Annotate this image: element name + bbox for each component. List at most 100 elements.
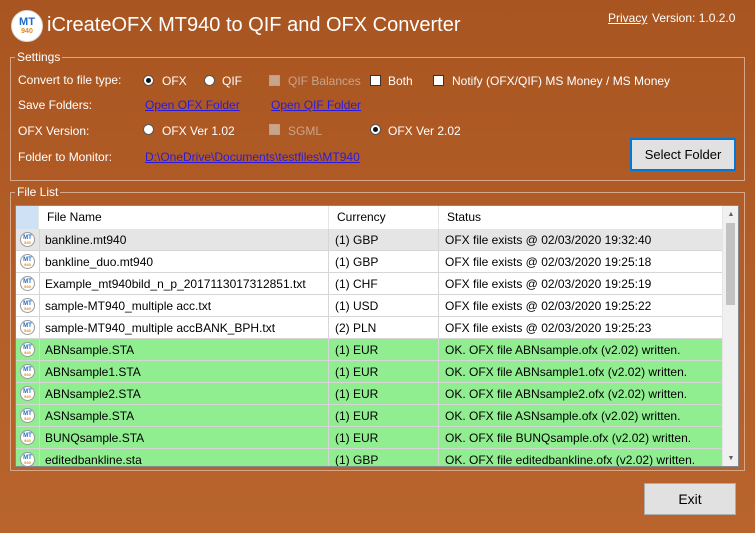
file-name-cell: bankline_duo.mt940: [39, 251, 329, 273]
mt940-file-icon: MT 940: [20, 276, 35, 291]
select-folder-button[interactable]: Select Folder: [630, 138, 736, 171]
table-row[interactable]: MT 940 bankline_duo.mt940 (1) GBP OFX file e…: [16, 251, 723, 273]
folder-path-link[interactable]: D:\OneDrive\Documents\testfiles\MT940: [145, 150, 360, 164]
table-row[interactable]: MT 940 ABNsample2.STA (1) EUR OK. OFX file A…: [16, 383, 723, 405]
ofx-ver-102-radio[interactable]: [143, 124, 154, 135]
folder-monitor-label: Folder to Monitor:: [18, 150, 113, 164]
table-row[interactable]: MT 940 ASNsample.STA (1) EUR OK. OFX file AS…: [16, 405, 723, 427]
row-icon-cell: MT 940: [16, 339, 40, 361]
both-label[interactable]: Both: [388, 74, 413, 88]
ofx-ver-202-label[interactable]: OFX Ver 2.02: [388, 124, 461, 138]
table-row[interactable]: MT 940 editedbankline.sta (1) GBP OK. OFX fi…: [16, 449, 723, 467]
file-name-cell: ASNsample.STA: [39, 405, 329, 427]
file-name-cell: ABNsample1.STA: [39, 361, 329, 383]
file-name-cell: sample-MT940_multiple acc.txt: [39, 295, 329, 317]
mt940-file-icon: MT 940: [20, 408, 35, 423]
qif-radio[interactable]: [204, 75, 215, 86]
icon-text-940: 940: [24, 415, 31, 421]
column-header-icon[interactable]: [16, 206, 39, 229]
row-icon-cell: MT 940: [16, 383, 40, 405]
currency-cell: (1) CHF: [329, 273, 439, 295]
status-cell: OFX file exists @ 02/03/2020 19:32:40: [445, 233, 652, 247]
both-checkbox[interactable]: [370, 75, 381, 86]
row-icon-cell: MT 940: [16, 295, 40, 317]
notify-checkbox[interactable]: [433, 75, 444, 86]
qif-radio-label[interactable]: QIF: [222, 74, 242, 88]
row-icon-cell: MT 940: [16, 405, 40, 427]
table-body: MT 940 bankline.mt940 (1) GBP OFX file exist…: [16, 229, 723, 467]
mt940-file-icon: MT 940: [20, 452, 35, 466]
open-ofx-folder-link[interactable]: Open OFX Folder: [145, 98, 240, 112]
ofx-radio[interactable]: [143, 75, 154, 86]
scroll-up-arrow-icon[interactable]: ▲: [723, 206, 738, 222]
icon-text-940: 940: [24, 327, 31, 333]
ofx-ver-202-radio[interactable]: [370, 124, 381, 135]
table-row[interactable]: MT 940 sample-MT940_multiple acc.txt (1) US…: [16, 295, 723, 317]
exit-button[interactable]: Exit: [644, 483, 736, 515]
file-name-cell: BUNQsample.STA: [39, 427, 329, 449]
row-icon-cell: MT 940: [16, 449, 40, 466]
column-header-currency[interactable]: Currency: [329, 206, 439, 229]
status-cell: OK. OFX file BUNQsample.ofx (v2.02) writ…: [445, 431, 692, 445]
icon-text-940: 940: [24, 261, 31, 267]
table-row[interactable]: MT 940 Example_mt940bild_n_p_2017113017312…: [16, 273, 723, 295]
file-name-cell: bankline.mt940: [39, 229, 329, 251]
logo-text-mt: MT: [19, 16, 35, 28]
version-label: Version: 1.0.2.0: [652, 11, 736, 25]
mt940-file-icon: MT 940: [20, 386, 35, 401]
ofx-radio-label[interactable]: OFX: [162, 74, 187, 88]
row-icon-cell: MT 940: [16, 317, 40, 339]
file-name-cell: ABNsample2.STA: [39, 383, 329, 405]
icon-text-940: 940: [24, 283, 31, 289]
file-name-cell: ABNsample.STA: [39, 339, 329, 361]
icon-text-940: 940: [24, 393, 31, 399]
status-cell: OK. OFX file editedbankline.ofx (v2.02) …: [445, 453, 696, 467]
open-qif-folder-link[interactable]: Open QIF Folder: [271, 98, 361, 112]
ofx-ver-102-label[interactable]: OFX Ver 1.02: [162, 124, 235, 138]
icon-text-940: 940: [24, 239, 31, 245]
scroll-down-arrow-icon[interactable]: ▼: [723, 450, 738, 466]
notify-label[interactable]: Notify (OFX/QIF) MS Money / MS Money: [452, 74, 670, 88]
status-cell: OK. OFX file ABNsample2.ofx (v2.02) writ…: [445, 387, 688, 401]
row-icon-cell: MT 940: [16, 427, 40, 449]
file-name-cell: sample-MT940_multiple accBANK_BPH.txt: [39, 317, 329, 339]
vertical-scrollbar[interactable]: ▲ ▼: [722, 206, 738, 466]
currency-cell: (1) EUR: [329, 383, 439, 405]
row-icon-cell: MT 940: [16, 361, 40, 383]
currency-cell: (2) PLN: [329, 317, 439, 339]
scrollbar-thumb[interactable]: [726, 223, 735, 305]
file-name-cell: editedbankline.sta: [39, 449, 329, 466]
table-header: File Name Currency Status: [16, 206, 723, 230]
currency-cell: (1) EUR: [329, 361, 439, 383]
table-row[interactable]: MT 940 ABNsample1.STA (1) EUR OK. OFX file A…: [16, 361, 723, 383]
currency-cell: (1) EUR: [329, 427, 439, 449]
sgml-label: SGML: [288, 124, 323, 138]
currency-cell: (1) GBP: [329, 449, 439, 466]
status-cell: OK. OFX file ASNsample.ofx (v2.02) writt…: [445, 409, 681, 423]
table-row[interactable]: MT 940 sample-MT940_multiple accBANK_BPH.t…: [16, 317, 723, 339]
convert-type-label: Convert to file type:: [18, 73, 122, 87]
status-cell: OFX file exists @ 02/03/2020 19:25:22: [445, 299, 652, 313]
app-logo: MT 940: [11, 10, 43, 42]
status-cell: OK. OFX file ABNsample.ofx (v2.02) writt…: [445, 343, 681, 357]
status-cell: OFX file exists @ 02/03/2020 19:25:18: [445, 255, 652, 269]
table-row[interactable]: MT 940 bankline.mt940 (1) GBP OFX file exist…: [16, 229, 723, 251]
mt940-file-icon: MT 940: [20, 342, 35, 357]
settings-legend: Settings: [17, 50, 61, 64]
mt940-file-icon: MT 940: [20, 298, 35, 313]
table-row[interactable]: MT 940 ABNsample.STA (1) EUR OK. OFX file AB…: [16, 339, 723, 361]
file-list-table[interactable]: File Name Currency Status MT 940 bankline.…: [15, 205, 739, 467]
currency-cell: (1) GBP: [329, 251, 439, 273]
column-header-status[interactable]: Status: [439, 206, 723, 229]
icon-text-940: 940: [24, 305, 31, 311]
icon-text-940: 940: [24, 437, 31, 443]
mt940-file-icon: MT 940: [20, 430, 35, 445]
currency-cell: (1) GBP: [329, 229, 439, 251]
row-icon-cell: MT 940: [16, 273, 40, 295]
row-icon-cell: MT 940: [16, 229, 40, 251]
table-row[interactable]: MT 940 BUNQsample.STA (1) EUR OK. OFX file B…: [16, 427, 723, 449]
save-folders-label: Save Folders:: [18, 98, 93, 112]
mt940-file-icon: MT 940: [20, 254, 35, 269]
column-header-file-name[interactable]: File Name: [39, 206, 329, 229]
privacy-link[interactable]: Privacy: [608, 11, 647, 25]
